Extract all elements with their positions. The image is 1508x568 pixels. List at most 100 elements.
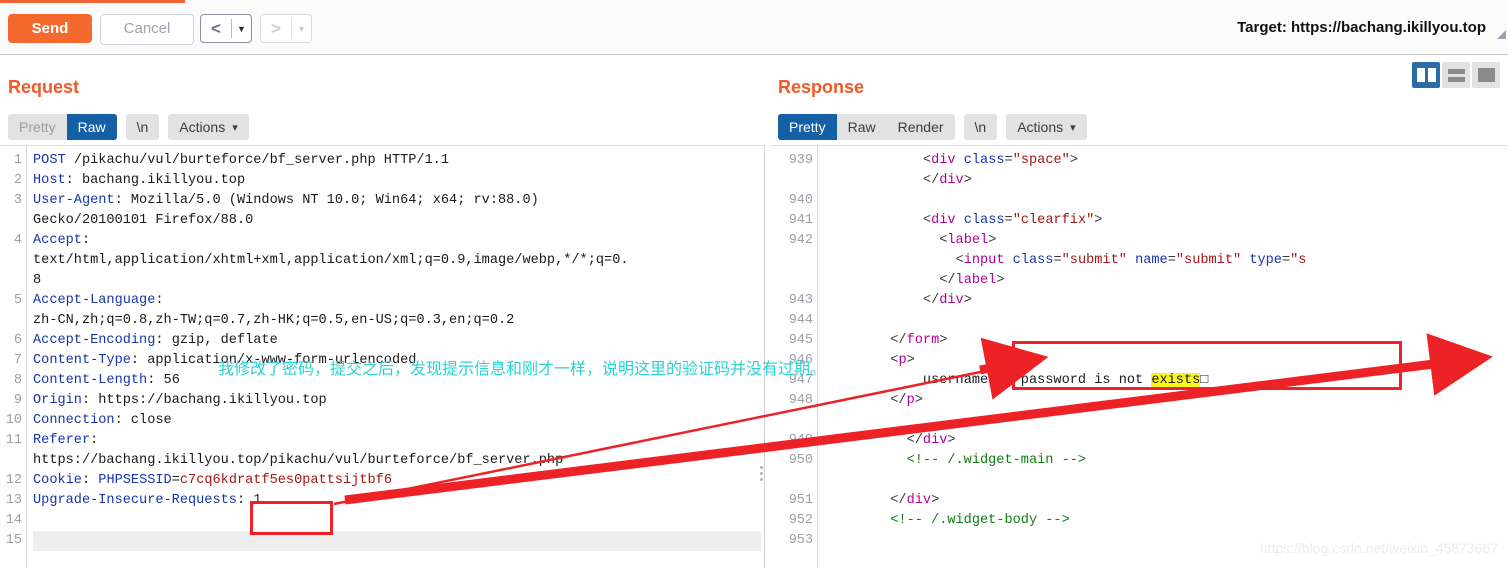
- line-number: 948: [788, 393, 813, 408]
- code-line: User-Agent: Mozilla/5.0 (Windows NT 10.0…: [33, 193, 539, 208]
- line-number: 944: [788, 313, 813, 328]
- line-number: 943: [788, 293, 813, 308]
- line-number: 8: [13, 373, 22, 388]
- response-tab-render[interactable]: Render: [886, 114, 955, 140]
- split-horizontal-icon[interactable]: [1442, 62, 1470, 88]
- repeater-window: Send Cancel < ▼ > ▼ Target: https://bach…: [0, 0, 1508, 568]
- code-line: Cookie: PHPSESSID=c7cq6kdratf5es0pattsij…: [33, 473, 392, 488]
- code-line: </label>: [939, 273, 1005, 288]
- response-tab-pretty[interactable]: Pretty: [778, 114, 837, 140]
- code-line: <!-- /.widget-main -->: [906, 453, 1087, 468]
- line-number: 9: [13, 393, 22, 408]
- top-toolbar: Send Cancel < ▼ > ▼ Target: https://bach…: [0, 0, 1508, 55]
- split-vertical-icon[interactable]: [1412, 62, 1440, 88]
- code-line: <p>: [890, 353, 915, 368]
- line-number: 945: [788, 333, 813, 348]
- code-line: text/html,application/xhtml+xml,applicat…: [33, 253, 629, 268]
- cancel-button[interactable]: Cancel: [100, 14, 194, 45]
- accent-bar: [0, 0, 185, 3]
- response-tabgroup: \n: [963, 114, 998, 140]
- line-number: 942: [788, 233, 813, 248]
- request-tabstrip: Pretty Raw \n Actions: [8, 114, 258, 140]
- line-number: 6: [13, 333, 22, 348]
- line-number: 939: [788, 153, 813, 168]
- line-number: 12: [5, 473, 22, 488]
- line-number: 13: [5, 493, 22, 508]
- request-tab-actions[interactable]: Actions: [168, 114, 249, 140]
- line-number: 953: [788, 533, 813, 548]
- code-line: Referer:: [33, 433, 99, 448]
- code-line: <div class="clearfix">: [922, 213, 1103, 228]
- send-button[interactable]: Send: [8, 14, 92, 43]
- code-line: Origin: https://bachang.ikillyou.top: [33, 393, 327, 408]
- line-number: 952: [788, 513, 813, 528]
- view-mode-buttons: [1412, 62, 1500, 88]
- request-tab-raw[interactable]: Raw: [66, 114, 117, 140]
- current-line-highlight: [33, 531, 761, 551]
- code-line: </div>: [922, 173, 972, 188]
- code-line: username or password is not exists□: [922, 373, 1209, 388]
- response-tab-actions[interactable]: Actions: [1006, 114, 1087, 140]
- request-panel-title: Request: [8, 77, 80, 97]
- line-number: 10: [5, 413, 22, 428]
- code-line: Accept:: [33, 233, 91, 248]
- forward-arrow-icon[interactable]: >: [261, 15, 291, 42]
- line-number: 940: [788, 193, 813, 208]
- code-line: zh-CN,zh;q=0.8,zh-TW;q=0.7,zh-HK;q=0.5,e…: [33, 313, 515, 328]
- request-tab-pretty[interactable]: Pretty: [8, 114, 67, 140]
- back-chevron-down-icon[interactable]: ▼: [232, 15, 251, 42]
- code-line: Upgrade-Insecure-Requests: 1: [33, 493, 262, 508]
- line-number: 950: [788, 453, 813, 468]
- line-number: 5: [13, 293, 22, 308]
- code-line: <div class="space">: [922, 153, 1078, 168]
- split-vertical-glyph: [1416, 68, 1436, 82]
- request-gutter: 1 2 3 4 5 6 7 8 9 10 11 12 13 14 15: [0, 146, 27, 568]
- code-line: POST /pikachu/vul/burteforce/bf_server.p…: [33, 153, 450, 168]
- back-arrow-icon[interactable]: <: [201, 15, 231, 42]
- single-pane-glyph: [1477, 68, 1495, 82]
- forward-chevron-down-icon[interactable]: ▼: [292, 15, 311, 42]
- request-tabgroup: \n: [125, 114, 160, 140]
- response-tab-raw[interactable]: Raw: [836, 114, 887, 140]
- response-tab-n[interactable]: \n: [963, 114, 998, 140]
- code-line: </div>: [906, 433, 956, 448]
- line-number: 946: [788, 353, 813, 368]
- single-pane-icon[interactable]: [1472, 62, 1500, 88]
- line-number: 11: [5, 433, 22, 448]
- response-tabgroup: Pretty Raw Render: [778, 114, 955, 140]
- request-code[interactable]: POST /pikachu/vul/burteforce/bf_server.p…: [33, 146, 763, 568]
- code-line: </div>: [890, 493, 940, 508]
- request-editor[interactable]: 1 2 3 4 5 6 7 8 9 10 11 12 13 14 15 POST /pikachu/vul/…: [0, 145, 765, 568]
- pane-drag-handle[interactable]: [760, 466, 763, 481]
- response-panel-title: Response: [778, 77, 865, 97]
- line-number: 15: [5, 533, 22, 548]
- line-number: 1: [13, 153, 22, 168]
- request-tabgroup: Actions: [168, 114, 249, 140]
- code-line: </form>: [890, 333, 948, 348]
- history-back-group[interactable]: < ▼: [200, 14, 252, 43]
- code-line: 8: [33, 273, 42, 288]
- line-number: 4: [13, 233, 22, 248]
- line-number: 949: [788, 433, 813, 448]
- request-tab-n[interactable]: \n: [125, 114, 160, 140]
- response-tabgroup: Actions: [1006, 114, 1087, 140]
- code-line: <!-- /.widget-body -->: [890, 513, 1070, 528]
- target-label: Target: https://bachang.ikillyou.top: [1237, 19, 1486, 36]
- history-forward-group[interactable]: > ▼: [260, 14, 312, 43]
- response-code[interactable]: <div class="space"> </div> <div class="c…: [825, 146, 1508, 568]
- line-number: 14: [5, 513, 22, 528]
- code-line: Content-Length: 56: [33, 373, 180, 388]
- code-line: Accept-Encoding: gzip, deflate: [33, 333, 278, 348]
- line-number: 951: [788, 493, 813, 508]
- split-horizontal-glyph: [1447, 68, 1465, 82]
- code-line: https://bachang.ikillyou.top/pikachu/vul…: [33, 453, 564, 468]
- code-line: </p>: [890, 393, 923, 408]
- code-line: Accept-Language:: [33, 293, 164, 308]
- response-gutter: 939 940 941 942 943 944 945 946 947 948 949 950 951 9…: [770, 146, 818, 568]
- code-line: <input class="submit" name="submit" type…: [955, 253, 1307, 268]
- response-editor[interactable]: 939 940 941 942 943 944 945 946 947 948 949 950 951 9…: [770, 145, 1508, 568]
- code-line: </div>: [922, 293, 972, 308]
- line-number: 2: [13, 173, 22, 188]
- line-number: 7: [13, 353, 22, 368]
- request-tabgroup: Pretty Raw: [8, 114, 117, 140]
